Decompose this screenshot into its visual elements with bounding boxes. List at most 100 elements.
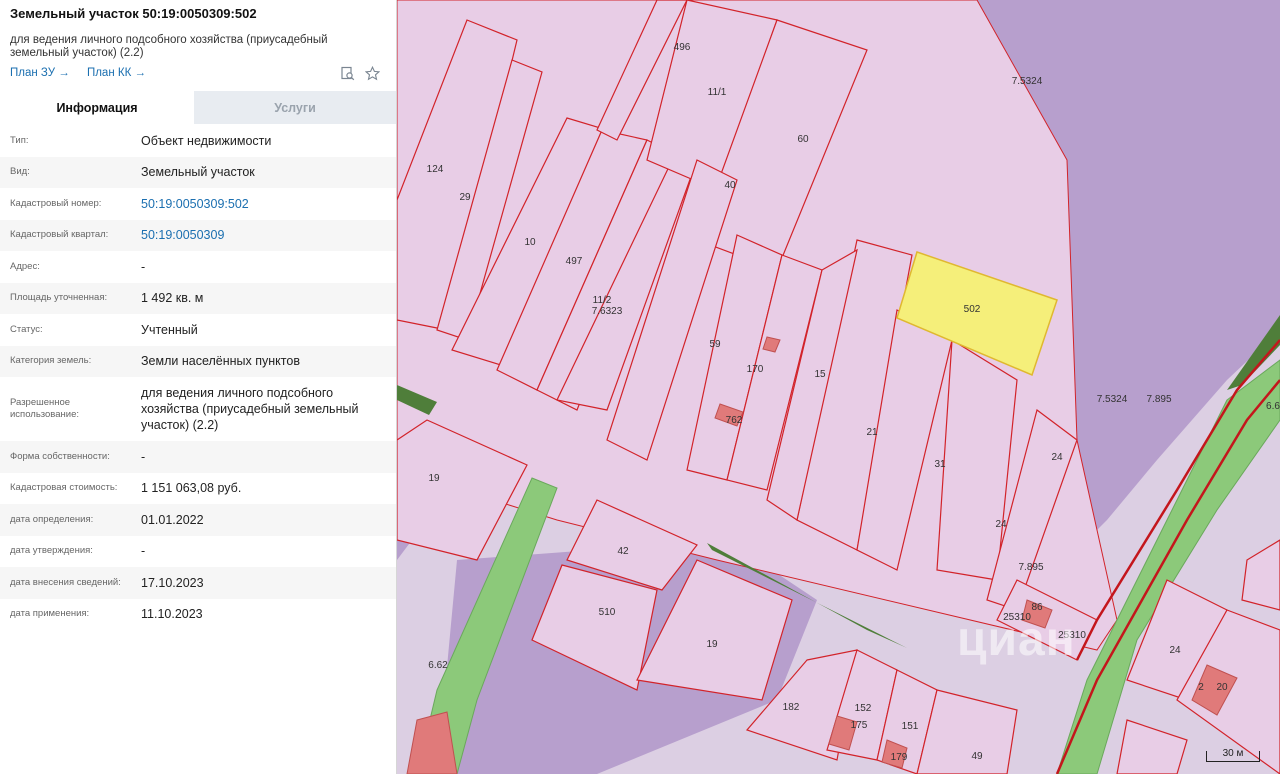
info-row: Адрес: - bbox=[0, 251, 396, 283]
parcel-label: 510 bbox=[599, 607, 616, 618]
parcel-label: 24 bbox=[1051, 452, 1063, 463]
plan-kk-link[interactable]: План КК → bbox=[87, 67, 146, 79]
info-row-value: Объект недвижимости bbox=[141, 133, 272, 148]
parcel-label: 31 bbox=[934, 459, 946, 470]
scale-label: 30 м bbox=[1222, 748, 1244, 759]
parcel-label: 19 bbox=[428, 473, 440, 484]
parcel-label: 179 bbox=[891, 752, 908, 763]
info-row: Кадастровый номер: 50:19:0050309:502 bbox=[0, 188, 396, 220]
map-canvas[interactable]: 496 11/1 60 7.5324 124 29 40 10 497 11/27.6323 502… bbox=[397, 0, 1280, 774]
parcel-label: 59 bbox=[709, 339, 721, 350]
parcel-label: 49 bbox=[971, 751, 983, 762]
info-row: дата утверждения: - bbox=[0, 536, 396, 568]
info-row: Разрешенное использование: для ведения ли… bbox=[0, 377, 396, 441]
info-row: дата определения: 01.01.2022 bbox=[0, 504, 396, 536]
parcel-label: 124 bbox=[427, 164, 444, 175]
info-rows: Тип: Объект недвижимости Вид: Земельный уча… bbox=[0, 125, 396, 630]
info-row-key: Статус: bbox=[10, 323, 43, 335]
plan-links: План ЗУ → План КК → bbox=[10, 67, 160, 79]
parcel-label: 7.5324 bbox=[1012, 76, 1043, 87]
info-row-value[interactable]: 50:19:0050309 bbox=[141, 227, 386, 243]
parcel-label: 7.895 bbox=[1018, 562, 1043, 573]
info-row-key: Категория земель: bbox=[10, 355, 92, 367]
parcel[interactable] bbox=[1116, 719, 1188, 774]
info-row-value: 11.10.2023 bbox=[141, 607, 203, 622]
parcel-label: 25310 bbox=[1058, 630, 1086, 641]
info-row: дата применения: 11.10.2023 bbox=[0, 599, 396, 631]
info-row: дата внесения сведений: 17.10.2023 bbox=[0, 567, 396, 599]
info-row-value: - bbox=[141, 449, 146, 464]
parcel-label: 170 bbox=[747, 364, 764, 375]
info-row-key: дата определения: bbox=[10, 513, 94, 525]
parcel-label: 7.5324 bbox=[1097, 394, 1128, 405]
parcel-label: 152 bbox=[855, 703, 872, 714]
plan-zu-link[interactable]: План ЗУ → bbox=[10, 67, 70, 79]
tab-information[interactable]: Информация bbox=[0, 91, 194, 124]
parcel-label: 42 bbox=[617, 546, 629, 557]
tool-icons bbox=[340, 65, 381, 81]
parcel[interactable] bbox=[1241, 539, 1280, 611]
parcel-label: 19 bbox=[706, 639, 718, 650]
info-row-key: Кадастровый номер: bbox=[10, 197, 102, 209]
info-row-value: 01.01.2022 bbox=[141, 512, 204, 527]
info-row-key: дата применения: bbox=[10, 608, 90, 620]
parcel-label: 496 bbox=[674, 42, 691, 53]
star-icon[interactable] bbox=[364, 65, 381, 81]
info-row-key: Вид: bbox=[10, 166, 30, 178]
parcel-label: 20 bbox=[1216, 682, 1228, 693]
cadastral-map[interactable]: 496 11/1 60 7.5324 124 29 40 10 497 11/2 7.6323 502… bbox=[397, 0, 1280, 774]
info-row-key: Адрес: bbox=[10, 260, 40, 272]
parcel-label: 151 bbox=[902, 721, 919, 732]
info-row-key: дата внесения сведений: bbox=[10, 576, 121, 588]
info-row-value: - bbox=[141, 259, 146, 274]
info-row-value: Земли населённых пунктов bbox=[141, 354, 300, 369]
parcel-label: 86 bbox=[1031, 602, 1043, 613]
parcel-label: 7.6323 bbox=[592, 306, 623, 317]
info-row-value: 1 151 063,08 руб. bbox=[141, 481, 242, 496]
parcel-label: 24 bbox=[1169, 645, 1181, 656]
info-row-value[interactable]: 50:19:0050309:502 bbox=[141, 196, 386, 212]
parcel-label: 2 bbox=[1198, 682, 1204, 693]
info-row: Статус: Учтенный bbox=[0, 314, 396, 346]
parcel-label: 7.895 bbox=[1146, 394, 1171, 405]
info-row-key: Тип: bbox=[10, 134, 29, 146]
info-row-value: 17.10.2023 bbox=[141, 575, 204, 590]
info-row-key: Кадастровая стоимость: bbox=[10, 482, 118, 494]
panel-subtitle: для ведения личного подсобного хозяйства… bbox=[10, 34, 328, 59]
tab-services[interactable]: Услуги bbox=[194, 91, 396, 124]
info-row: Форма собственности: - bbox=[0, 441, 396, 473]
info-row: Тип: Объект недвижимости bbox=[0, 125, 396, 157]
info-row: Кадастровый квартал: 50:19:0050309 bbox=[0, 219, 396, 251]
info-row-value: Учтенный bbox=[141, 322, 198, 337]
info-row-value: Земельный участок bbox=[141, 165, 255, 180]
info-row-key: Форма собственности: bbox=[10, 450, 110, 462]
panel-title: Земельный участок 50:19:0050309:502 bbox=[10, 6, 257, 21]
search-doc-icon[interactable] bbox=[340, 66, 355, 81]
scale-bar: 30 м bbox=[1206, 748, 1260, 762]
info-row-value: 1 492 кв. м bbox=[141, 291, 204, 306]
info-panel: Земельный участок 50:19:0050309:502 для … bbox=[0, 0, 397, 774]
info-row-key: Разрешенное использование: bbox=[10, 397, 80, 420]
parcel-label: 182 bbox=[783, 702, 800, 713]
parcel-label: 762 bbox=[726, 415, 743, 426]
info-row-value: - bbox=[141, 544, 146, 559]
parcel-label: 6.6 bbox=[1266, 401, 1280, 412]
info-row: Вид: Земельный участок bbox=[0, 156, 396, 188]
parcel-label: 60 bbox=[797, 134, 809, 145]
parcel-label: 11/2 bbox=[593, 295, 612, 306]
parcel-label: 6.62 bbox=[428, 660, 448, 671]
info-row: Площадь уточненная: 1 492 кв. м bbox=[0, 282, 396, 314]
parcel-label: 15 bbox=[814, 369, 826, 380]
info-row-value: для ведения личного подсобного хозяйства… bbox=[141, 386, 359, 432]
parcel-label: 175 bbox=[851, 720, 868, 731]
parcel-label: 25310 bbox=[1003, 612, 1031, 623]
parcel-label: 11/1 bbox=[708, 87, 727, 98]
parcel-label: 10 bbox=[524, 237, 536, 248]
tabs: Информация Услуги bbox=[0, 91, 396, 124]
parcel-label: 29 bbox=[459, 192, 471, 203]
info-row: Кадастровая стоимость: 1 151 063,08 руб. bbox=[0, 473, 396, 505]
parcel-label: 21 bbox=[866, 427, 878, 438]
parcel-label: 24 bbox=[995, 519, 1007, 530]
parcel-label: 40 bbox=[724, 180, 736, 191]
parcel-label: 502 bbox=[964, 304, 981, 315]
